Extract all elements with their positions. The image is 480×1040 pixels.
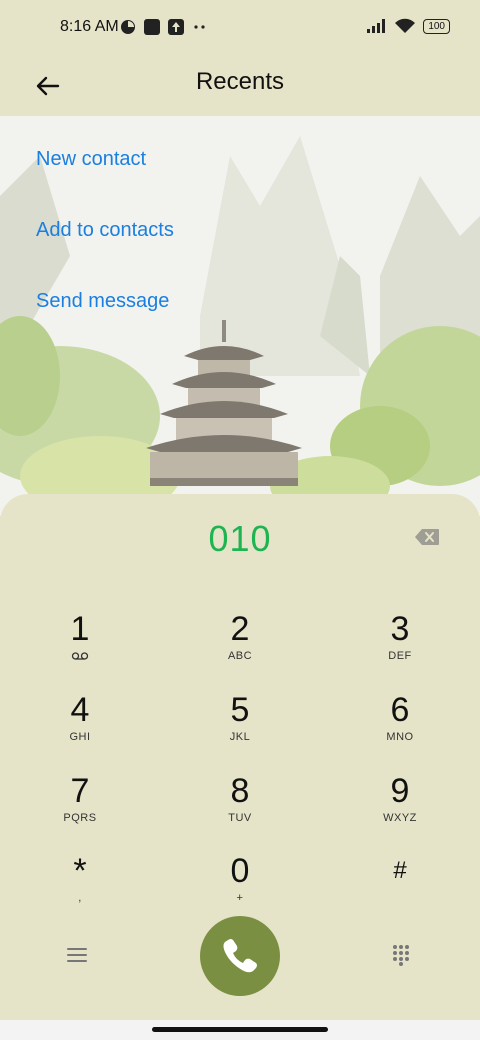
key-7[interactable]: 7 PQRS [20,772,140,842]
key-letters: JKL [229,731,251,743]
battery-icon: 100 [423,18,450,34]
wifi-icon [395,18,416,33]
key-letters: GHI [69,731,91,743]
phone-icon [223,939,257,973]
key-1[interactable]: 1 [20,610,140,680]
notification-icons [120,19,208,35]
add-to-contacts-link[interactable]: Add to contacts [36,219,174,242]
key-digit: 8 [230,772,250,810]
app-notification-icon [144,19,160,35]
signal-icon [367,19,386,33]
new-contact-link[interactable]: New contact [36,148,146,171]
key-5[interactable]: 5 JKL [180,691,300,761]
key-2[interactable]: 2 ABC [180,610,300,680]
status-bar: 8:16 AM 100 [0,0,480,56]
dialpad-grid-icon[interactable] [392,944,410,966]
backspace-icon[interactable] [414,528,440,546]
call-button[interactable] [200,916,280,996]
key-letters: WXYZ [383,812,417,824]
key-letters: , [78,892,82,904]
pagoda-landscape-image [0,116,480,516]
key-digit: 0 [230,852,250,890]
key-6[interactable]: 6 MNO [340,691,460,761]
system-icons: 100 [367,18,450,34]
key-digit: 7 [70,772,90,810]
voicemail-icon [71,652,89,660]
menu-icon[interactable] [66,944,88,966]
key-hash[interactable]: # [340,852,460,922]
key-letters: PQRS [63,812,97,824]
key-digit: 5 [230,691,250,729]
wallpaper-scene [0,116,480,516]
key-digit: 3 [390,610,410,648]
page-title: Recents [195,68,285,95]
key-digit: * [73,852,87,890]
send-message-link[interactable]: Send message [36,290,169,313]
key-letters: + [236,892,244,904]
key-digit: 9 [390,772,410,810]
key-digit: # [393,857,407,884]
app-notification-icon [121,20,135,34]
key-digit: 2 [230,610,250,648]
upload-notification-icon [168,19,184,35]
home-indicator[interactable] [152,1027,328,1032]
key-digit: 6 [390,691,410,729]
key-letters: ABC [227,650,253,662]
key-digit: 4 [70,691,90,729]
key-digit: 1 [70,610,90,648]
key-0[interactable]: 0 + [180,852,300,922]
status-time: 8:16 AM [60,18,119,35]
key-letters: MNO [386,731,414,743]
key-star[interactable]: * , [20,852,140,922]
key-8[interactable]: 8 TUV [180,772,300,842]
key-letters: TUV [228,812,252,824]
dialed-number: 010 [208,518,272,559]
key-letters: DEF [388,650,412,662]
key-4[interactable]: 4 GHI [20,691,140,761]
key-9[interactable]: 9 WXYZ [340,772,460,842]
key-3[interactable]: 3 DEF [340,610,460,680]
more-notifications-icon [194,25,205,29]
header: Recents [0,56,480,116]
